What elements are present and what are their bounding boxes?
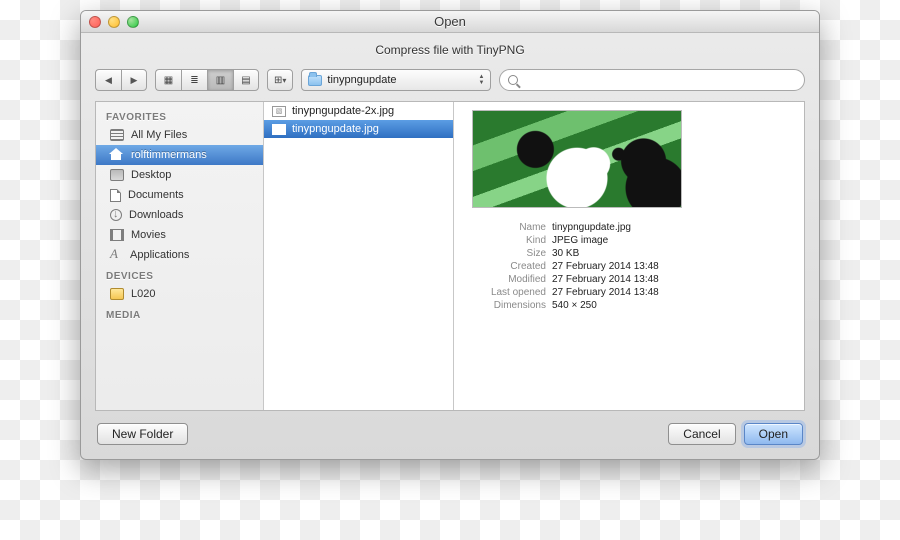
meta-value: tinypngupdate.jpg bbox=[552, 222, 790, 233]
image-file-icon: ▧ bbox=[272, 106, 286, 117]
arrange-icon: ⊞ bbox=[274, 75, 282, 86]
desktop-icon bbox=[110, 169, 124, 181]
view-mode: ▦ ≣ ▥ ▤ bbox=[155, 69, 259, 91]
meta-value: 540 × 250 bbox=[552, 300, 790, 311]
sidebar-heading-favorites: FAVORITES bbox=[96, 106, 263, 125]
sidebar-item-label: Applications bbox=[130, 249, 189, 261]
documents-icon bbox=[110, 189, 121, 202]
meta-value: 27 February 2014 13:48 bbox=[552, 287, 790, 298]
file-name: tinypngupdate-2x.jpg bbox=[292, 105, 394, 117]
meta-key: Size bbox=[472, 248, 552, 259]
meta-value: 30 KB bbox=[552, 248, 790, 259]
search-field[interactable] bbox=[499, 69, 805, 91]
preview-metadata: Name tinypngupdate.jpg Kind JPEG image S… bbox=[472, 222, 790, 311]
sidebar-item-label: Desktop bbox=[131, 169, 171, 181]
minimize-icon[interactable] bbox=[108, 16, 120, 28]
window-title: Open bbox=[81, 14, 819, 29]
back-button[interactable] bbox=[95, 69, 121, 91]
icon-view-button[interactable]: ▦ bbox=[155, 69, 181, 91]
meta-key: Modified bbox=[472, 274, 552, 285]
path-label: tinypngupdate bbox=[327, 74, 473, 86]
forward-button[interactable] bbox=[121, 69, 147, 91]
sidebar-item-all-my-files[interactable]: All My Files bbox=[96, 125, 263, 145]
sidebar: FAVORITES All My Files rolftimmermans De… bbox=[96, 102, 264, 410]
preview-pane: Name tinypngupdate.jpg Kind JPEG image S… bbox=[454, 102, 804, 410]
sidebar-heading-media: MEDIA bbox=[96, 304, 263, 323]
coverflow-icon: ▤ bbox=[241, 75, 250, 86]
path-popup[interactable]: tinypngupdate ▲▼ bbox=[301, 69, 491, 91]
disk-icon bbox=[110, 288, 124, 300]
folder-icon bbox=[308, 75, 322, 86]
close-icon[interactable] bbox=[89, 16, 101, 28]
meta-value: JPEG image bbox=[552, 235, 790, 246]
meta-key: Last opened bbox=[472, 287, 552, 298]
sidebar-item-label: L020 bbox=[131, 288, 155, 300]
search-input[interactable] bbox=[523, 74, 796, 86]
sidebar-item-label: Documents bbox=[128, 189, 184, 201]
meta-value: 27 February 2014 13:48 bbox=[552, 274, 790, 285]
preview-thumbnail bbox=[472, 110, 682, 208]
movies-icon bbox=[110, 229, 124, 241]
open-dialog: Open Compress file with TinyPNG ▦ ≣ ▥ ▤ … bbox=[80, 10, 820, 460]
sidebar-item-applications[interactable]: Applications bbox=[96, 245, 263, 265]
file-row[interactable]: ▧ tinypngupdate-2x.jpg bbox=[264, 102, 453, 120]
columns-icon: ▥ bbox=[216, 75, 225, 86]
traffic-lights bbox=[89, 16, 139, 28]
applications-icon bbox=[110, 249, 123, 261]
all-files-icon bbox=[110, 129, 124, 141]
sidebar-item-label: All My Files bbox=[131, 129, 187, 141]
coverflow-view-button[interactable]: ▤ bbox=[233, 69, 259, 91]
zoom-icon[interactable] bbox=[127, 16, 139, 28]
list-icon: ≣ bbox=[190, 75, 198, 86]
meta-value: 27 February 2014 13:48 bbox=[552, 261, 790, 272]
nav-history bbox=[95, 69, 147, 91]
arrange-button[interactable]: ⊞ bbox=[267, 69, 293, 91]
arrange-group: ⊞ bbox=[267, 69, 293, 91]
sidebar-item-desktop[interactable]: Desktop bbox=[96, 165, 263, 185]
meta-key: Dimensions bbox=[472, 300, 552, 311]
file-name: tinypngupdate.jpg bbox=[292, 123, 379, 135]
titlebar[interactable]: Open bbox=[81, 11, 819, 33]
file-column: ▧ tinypngupdate-2x.jpg ▧ tinypngupdate.j… bbox=[264, 102, 454, 410]
home-icon bbox=[110, 149, 124, 161]
image-file-icon: ▧ bbox=[272, 124, 286, 135]
sidebar-item-label: rolftimmermans bbox=[131, 149, 207, 161]
dialog-subtitle: Compress file with TinyPNG bbox=[81, 33, 819, 65]
sidebar-item-documents[interactable]: Documents bbox=[96, 185, 263, 205]
open-button[interactable]: Open bbox=[744, 423, 803, 445]
meta-key: Kind bbox=[472, 235, 552, 246]
search-icon bbox=[508, 75, 518, 85]
sidebar-item-home[interactable]: rolftimmermans bbox=[96, 145, 263, 165]
sidebar-item-downloads[interactable]: Downloads bbox=[96, 205, 263, 225]
meta-key: Name bbox=[472, 222, 552, 233]
meta-key: Created bbox=[472, 261, 552, 272]
browser-body: FAVORITES All My Files rolftimmermans De… bbox=[95, 101, 805, 411]
file-row[interactable]: ▧ tinypngupdate.jpg bbox=[264, 120, 453, 138]
dialog-footer: New Folder Cancel Open bbox=[81, 411, 819, 459]
sidebar-item-label: Downloads bbox=[129, 209, 183, 221]
sidebar-item-disk[interactable]: L020 bbox=[96, 284, 263, 304]
new-folder-button[interactable]: New Folder bbox=[97, 423, 188, 445]
toolbar: ▦ ≣ ▥ ▤ ⊞ tinypngupdate ▲▼ bbox=[81, 65, 819, 101]
sidebar-heading-devices: DEVICES bbox=[96, 265, 263, 284]
grid-icon: ▦ bbox=[164, 75, 173, 86]
sidebar-item-label: Movies bbox=[131, 229, 166, 241]
cancel-button[interactable]: Cancel bbox=[668, 423, 735, 445]
downloads-icon bbox=[110, 209, 122, 221]
list-view-button[interactable]: ≣ bbox=[181, 69, 207, 91]
sidebar-item-movies[interactable]: Movies bbox=[96, 225, 263, 245]
popup-arrows-icon: ▲▼ bbox=[478, 74, 484, 86]
column-view-button[interactable]: ▥ bbox=[207, 69, 233, 91]
